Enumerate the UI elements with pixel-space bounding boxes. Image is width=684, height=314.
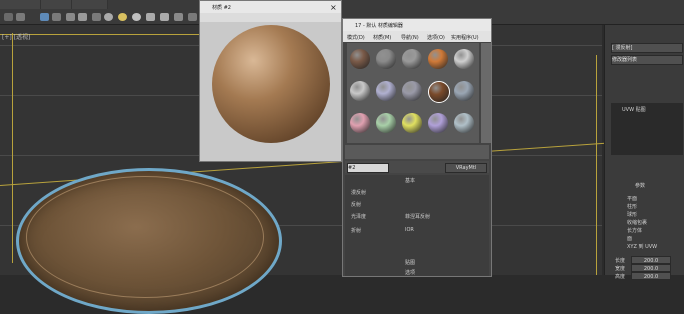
material-slot[interactable]	[350, 113, 370, 133]
stack-item-uvw[interactable]: UVW 贴图	[622, 106, 646, 114]
toolbar-tab[interactable]	[41, 0, 72, 9]
geosphere-icon[interactable]	[132, 13, 141, 21]
section-params-title: 参数	[635, 183, 646, 189]
menu-navigation[interactable]: 导航(N)	[401, 34, 419, 41]
material-slot-selected[interactable]	[428, 81, 450, 103]
command-panel: [ 漫反射] 修改器列表 UVW 贴图 参数 平面 柱形 球形 收缩包裹 长方体…	[604, 25, 684, 280]
section-basic-title: 基本	[405, 178, 416, 184]
material-slot[interactable]	[428, 113, 448, 133]
radio-shrink-wrap[interactable]: 收缩包裹	[627, 219, 647, 226]
plane-icon[interactable]	[188, 13, 197, 21]
material-slots	[347, 43, 479, 143]
material-slot[interactable]	[454, 81, 474, 101]
pyramid-icon[interactable]	[160, 13, 169, 21]
length-input[interactable]: 200.0	[631, 256, 671, 264]
menu-utilities[interactable]: 实用程序(U)	[451, 34, 479, 41]
selection-line	[12, 33, 13, 263]
material-slot[interactable]	[376, 81, 396, 101]
sphere-icon[interactable]	[16, 13, 25, 21]
length-label: 长度	[615, 258, 626, 264]
menu-material[interactable]: 材质(M)	[373, 34, 391, 41]
radio-box[interactable]: 长方体	[627, 227, 642, 234]
material-slot[interactable]	[454, 49, 474, 69]
width-label: 宽度	[615, 266, 626, 272]
param-ior: IOR	[405, 227, 414, 233]
material-slot[interactable]	[402, 81, 422, 101]
radio-cylindrical[interactable]: 柱形	[627, 203, 637, 210]
preview-title: 材质 #2	[212, 5, 231, 11]
material-editor-menubar: 模式(D) 材质(M) 导航(N) 选项(O) 实用程序(U)	[343, 31, 491, 42]
toolbar-tab[interactable]	[72, 0, 108, 9]
param-refract: 折射	[351, 228, 362, 234]
cone-icon[interactable]	[146, 13, 155, 21]
cube-icon[interactable]	[4, 13, 13, 21]
material-toolbar	[345, 145, 489, 159]
height-input[interactable]: 200.0	[631, 272, 671, 280]
param-diffuse: 漫反射	[351, 190, 367, 196]
tube-icon[interactable]	[92, 13, 101, 21]
material-side-toolbar	[481, 43, 491, 143]
preview-menubar	[200, 13, 341, 22]
material-editor-title: 17 - 默认 材质编辑器	[355, 23, 403, 29]
width-input[interactable]: 200.0	[631, 264, 671, 272]
menu-options[interactable]: 选项(O)	[427, 34, 445, 41]
material-editor-window[interactable]: 17 - 默认 材质编辑器 模式(D) 材质(M) 导航(N) 选项(O) 实用…	[342, 18, 492, 277]
radio-planar[interactable]: 平面	[627, 195, 637, 202]
radio-face[interactable]: 面	[627, 235, 632, 242]
radio-spherical[interactable]: 球形	[627, 211, 637, 218]
object-name-field[interactable]: [ 漫反射]	[611, 43, 683, 53]
preview-titlebar[interactable]: 材质 #2 ×	[200, 1, 341, 13]
param-glossiness: 光泽度	[351, 214, 367, 220]
material-slot[interactable]	[428, 49, 448, 69]
height-label: 高度	[615, 274, 626, 280]
material-parameters: 基本 漫反射 反射 光泽度 菲涅耳反射 折射 IOR 贴图 选项	[345, 175, 489, 276]
material-slot[interactable]	[350, 81, 370, 101]
section-maps-title: 贴图	[405, 260, 416, 266]
wood-plate-rim	[26, 176, 264, 298]
material-slot[interactable]	[402, 49, 422, 69]
material-type-button[interactable]: VRayMtl	[445, 163, 487, 173]
material-editor-titlebar[interactable]: 17 - 默认 材质编辑器	[343, 19, 491, 31]
menu-mode[interactable]: 模式(D)	[347, 34, 365, 41]
box-icon[interactable]	[52, 13, 61, 21]
modifier-stack: UVW 贴图	[611, 103, 683, 155]
material-slot[interactable]	[350, 49, 370, 69]
material-slot[interactable]	[376, 49, 396, 69]
param-reflect: 反射	[351, 202, 362, 208]
material-name-row: #2 VRayMtl	[345, 161, 489, 173]
grid-icon[interactable]	[40, 13, 49, 21]
radio-xyz-uvw[interactable]: XYZ 到 UVW	[627, 243, 657, 250]
light-icon[interactable]	[118, 13, 127, 21]
viewport-label[interactable]: [+] [透视]	[2, 32, 30, 41]
material-slot[interactable]	[454, 113, 474, 133]
torus-icon[interactable]	[66, 13, 75, 21]
material-name-field[interactable]: #2	[347, 163, 389, 173]
modifier-list-dropdown[interactable]: 修改器列表	[611, 55, 683, 65]
teapot-icon[interactable]	[174, 13, 183, 21]
material-slot[interactable]	[376, 113, 396, 133]
toolbar-tab[interactable]	[0, 0, 41, 9]
close-icon[interactable]: ×	[330, 3, 337, 12]
param-fresnel: 菲涅耳反射	[405, 214, 431, 220]
material-preview-window[interactable]: 材质 #2 ×	[199, 0, 342, 162]
material-slot[interactable]	[402, 113, 422, 133]
sphere-icon[interactable]	[104, 13, 113, 21]
cylinder-icon[interactable]	[78, 13, 87, 21]
selection-line	[596, 55, 597, 275]
wood-material-sphere	[212, 25, 330, 143]
